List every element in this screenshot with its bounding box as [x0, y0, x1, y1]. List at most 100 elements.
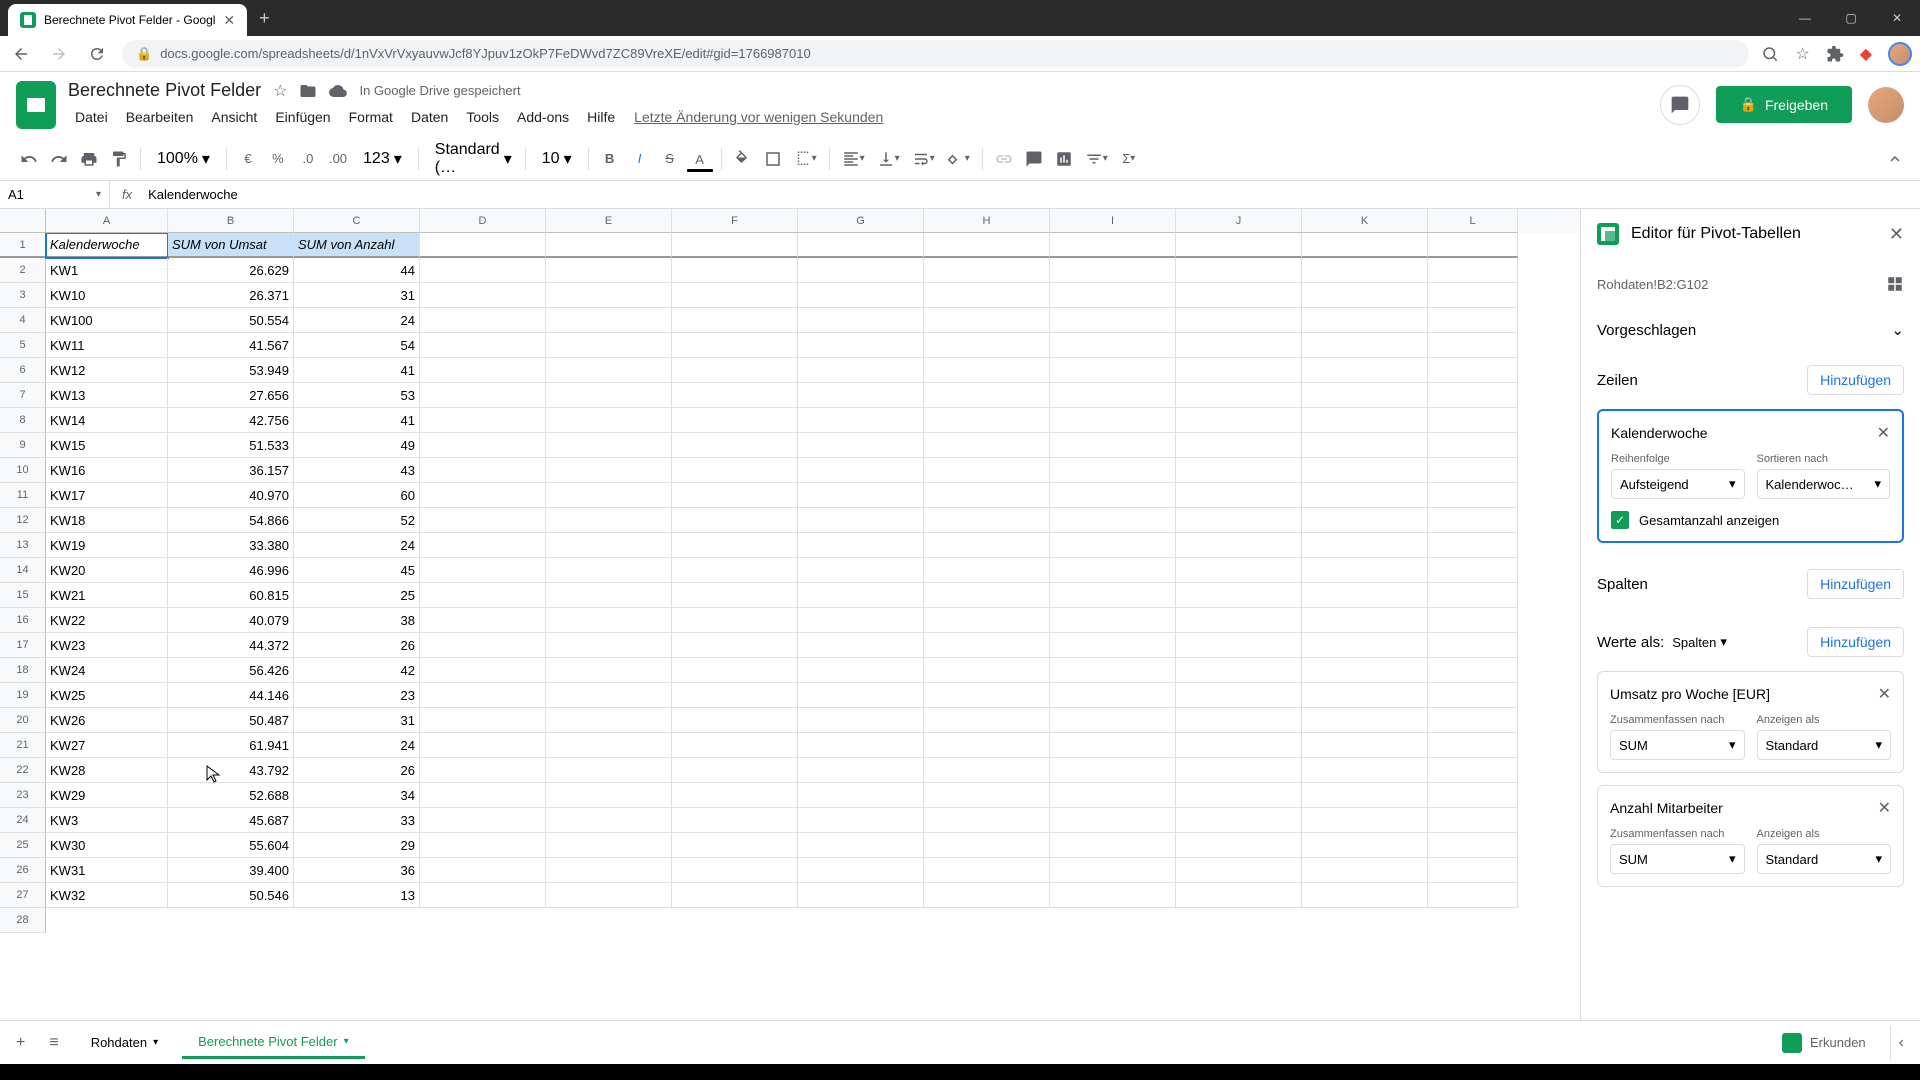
filter-button[interactable]: ▾ — [1081, 144, 1112, 174]
spreadsheet-grid[interactable]: ABCDEFGHIJKL 123456789101112131415161718… — [0, 209, 1580, 1029]
row-header[interactable]: 20 — [0, 708, 46, 733]
cell[interactable]: 39.400 — [168, 858, 294, 883]
cell[interactable] — [1050, 283, 1176, 308]
cell[interactable] — [420, 433, 546, 458]
cell[interactable] — [672, 483, 798, 508]
cell[interactable]: 23 — [294, 683, 420, 708]
cell[interactable] — [1302, 658, 1428, 683]
cell[interactable]: 45.687 — [168, 808, 294, 833]
cell[interactable] — [672, 733, 798, 758]
cell[interactable] — [420, 583, 546, 608]
cell[interactable] — [1302, 633, 1428, 658]
cell[interactable] — [672, 508, 798, 533]
col-header-D[interactable]: D — [420, 209, 546, 233]
cell[interactable] — [1176, 458, 1302, 483]
cell[interactable] — [798, 783, 924, 808]
cell[interactable] — [1176, 758, 1302, 783]
cell[interactable] — [1050, 358, 1176, 383]
all-sheets-button[interactable]: ≡ — [41, 1026, 66, 1060]
star-icon[interactable]: ☆ — [1795, 44, 1809, 64]
cell[interactable] — [1176, 833, 1302, 858]
cell[interactable]: KW10 — [46, 283, 168, 308]
cell[interactable] — [1302, 758, 1428, 783]
cell[interactable] — [924, 558, 1050, 583]
row-header[interactable]: 11 — [0, 483, 46, 508]
cell[interactable] — [420, 608, 546, 633]
cell[interactable] — [1176, 733, 1302, 758]
cell[interactable]: KW23 — [46, 633, 168, 658]
print-button[interactable] — [76, 144, 102, 174]
remove-row-icon[interactable]: ✕ — [1877, 423, 1890, 443]
cell[interactable] — [798, 658, 924, 683]
cell[interactable] — [1050, 483, 1176, 508]
cell[interactable]: 26 — [294, 633, 420, 658]
pivot-source-range[interactable]: Rohdaten!B2:G102 — [1597, 277, 1708, 292]
cell[interactable] — [1176, 608, 1302, 633]
cell[interactable]: KW21 — [46, 583, 168, 608]
cell[interactable] — [1302, 383, 1428, 408]
add-cols-button[interactable]: Hinzufügen — [1807, 569, 1904, 599]
cell[interactable] — [924, 358, 1050, 383]
cell[interactable] — [420, 308, 546, 333]
cell[interactable] — [1302, 808, 1428, 833]
cell[interactable]: 24 — [294, 308, 420, 333]
row-header[interactable]: 4 — [0, 308, 46, 333]
cell[interactable] — [546, 633, 672, 658]
cell[interactable] — [1050, 683, 1176, 708]
cell[interactable] — [672, 458, 798, 483]
cell[interactable] — [798, 683, 924, 708]
cell[interactable] — [1302, 408, 1428, 433]
cell[interactable] — [546, 508, 672, 533]
row-header[interactable]: 10 — [0, 458, 46, 483]
menu-daten[interactable]: Daten — [404, 105, 455, 129]
cell[interactable] — [546, 558, 672, 583]
row-header[interactable]: 6 — [0, 358, 46, 383]
suggested-section[interactable]: Vorgeschlagen ⌄ — [1597, 309, 1904, 351]
cell[interactable]: 34 — [294, 783, 420, 808]
cell[interactable]: 40.970 — [168, 483, 294, 508]
cell[interactable] — [1428, 658, 1518, 683]
cell[interactable]: KW32 — [46, 883, 168, 908]
cell[interactable] — [546, 833, 672, 858]
fill-color-button[interactable] — [730, 144, 756, 174]
row-header[interactable]: 24 — [0, 808, 46, 833]
cell[interactable] — [546, 758, 672, 783]
cell[interactable]: 24 — [294, 733, 420, 758]
cell[interactable] — [1050, 783, 1176, 808]
cell[interactable] — [420, 758, 546, 783]
cell[interactable] — [1428, 308, 1518, 333]
cell[interactable]: 24 — [294, 533, 420, 558]
cell[interactable] — [1050, 758, 1176, 783]
cell[interactable]: 36.157 — [168, 458, 294, 483]
back-icon[interactable] — [8, 41, 34, 67]
row-header[interactable]: 22 — [0, 758, 46, 783]
cell[interactable]: KW26 — [46, 708, 168, 733]
cell[interactable] — [1050, 808, 1176, 833]
cell[interactable]: 45 — [294, 558, 420, 583]
cell[interactable]: 31 — [294, 283, 420, 308]
h-align-button[interactable]: ▾ — [838, 144, 869, 174]
star-doc-icon[interactable]: ☆ — [273, 81, 287, 101]
cell[interactable] — [1176, 233, 1302, 258]
cell[interactable] — [1428, 833, 1518, 858]
url-input[interactable]: 🔒 docs.google.com/spreadsheets/d/1nVxVrV… — [122, 40, 1749, 68]
extensions-icon[interactable] — [1826, 45, 1844, 63]
cell[interactable] — [672, 433, 798, 458]
cell[interactable]: 33.380 — [168, 533, 294, 558]
share-button[interactable]: 🔒 Freigeben — [1716, 86, 1852, 123]
cell[interactable]: 46.996 — [168, 558, 294, 583]
row-header[interactable]: 21 — [0, 733, 46, 758]
cell[interactable] — [1176, 708, 1302, 733]
cell[interactable]: 26.629 — [168, 258, 294, 283]
cell[interactable] — [798, 283, 924, 308]
cell[interactable] — [1302, 508, 1428, 533]
cell[interactable] — [924, 733, 1050, 758]
cell[interactable]: 53 — [294, 383, 420, 408]
row-header[interactable]: 23 — [0, 783, 46, 808]
cell[interactable] — [672, 608, 798, 633]
move-folder-icon[interactable] — [299, 82, 317, 100]
cell[interactable]: 42 — [294, 658, 420, 683]
cloud-icon[interactable] — [329, 82, 347, 100]
cell[interactable] — [1176, 333, 1302, 358]
cell[interactable] — [1050, 558, 1176, 583]
